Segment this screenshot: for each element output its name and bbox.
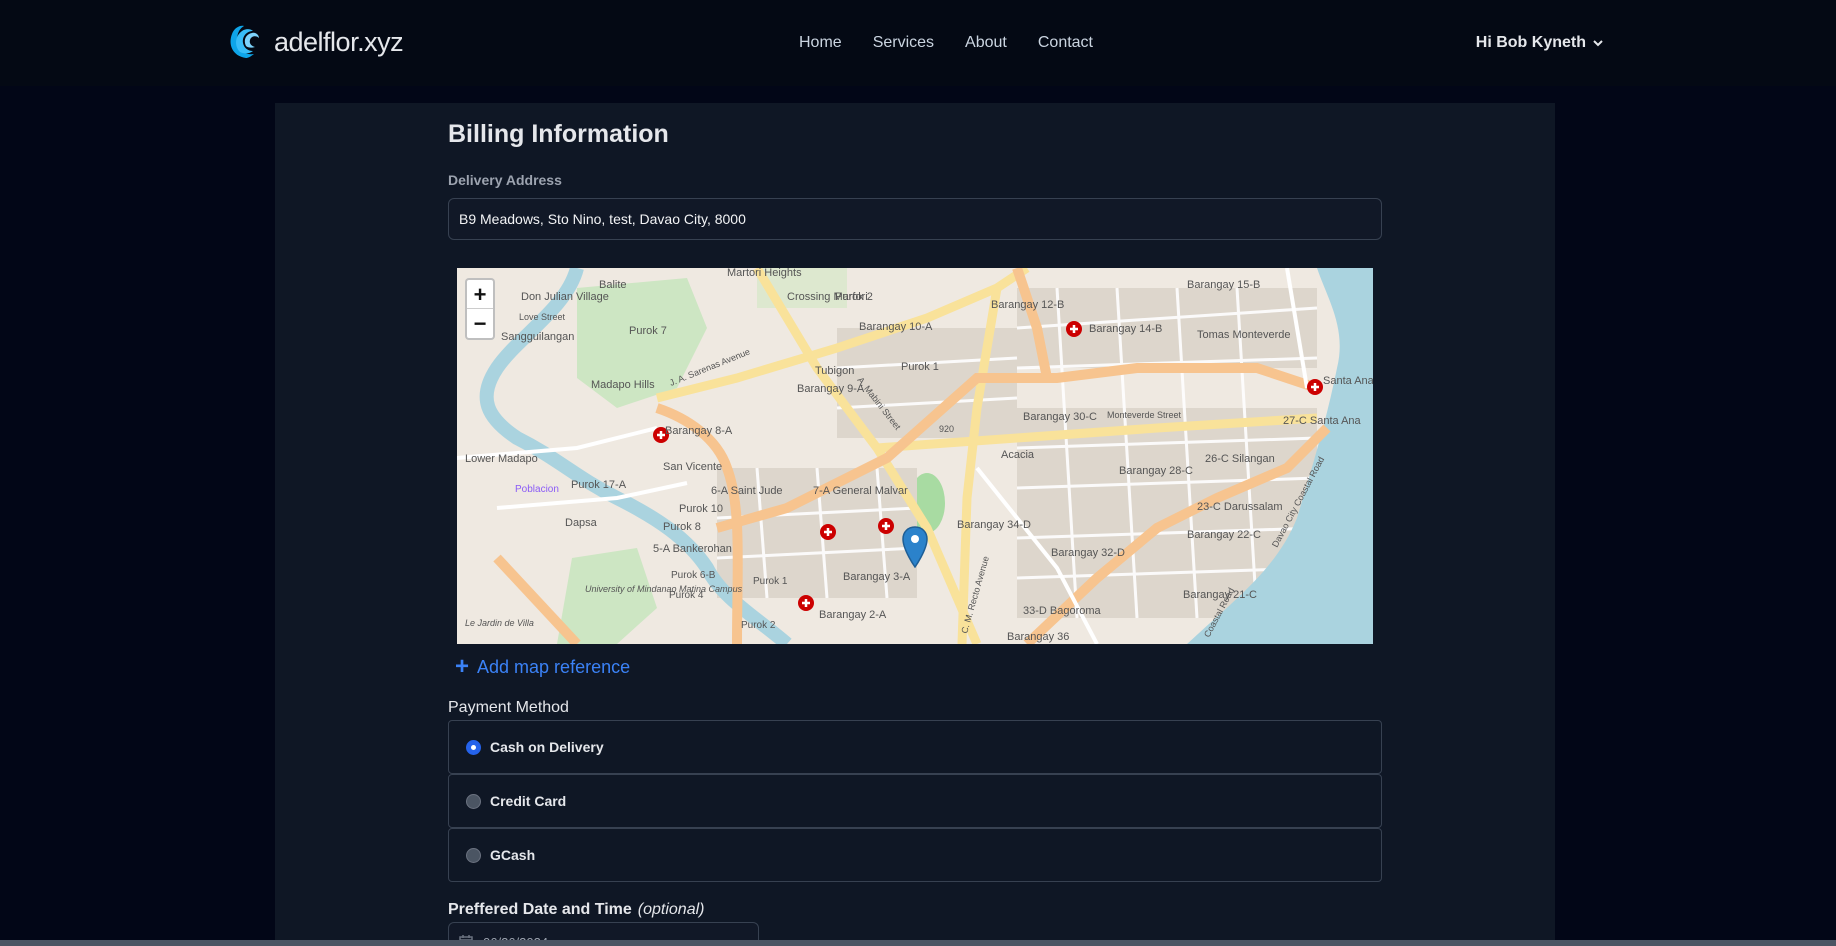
map-label: Lower Madapo: [465, 453, 538, 465]
map-label: Barangay 32-D: [1051, 547, 1125, 559]
map-label: Purok 2: [741, 620, 776, 631]
user-greeting: Hi Bob Kyneth: [1475, 34, 1586, 51]
map-label: Purok 4: [669, 590, 704, 601]
map-label: Love Street: [519, 312, 566, 322]
map-label: Barangay 22-C: [1187, 529, 1261, 541]
optional-tag: (optional): [637, 901, 705, 918]
payment-option-credit-card[interactable]: Credit Card: [448, 774, 1382, 828]
map-label: Purok 1: [753, 576, 788, 587]
nav-services[interactable]: Services: [873, 34, 934, 52]
map-label: 33-D Bagoroma: [1023, 605, 1102, 617]
map-label: Santa Ana Bridge: [1323, 375, 1373, 387]
nav-about[interactable]: About: [965, 34, 1007, 52]
add-map-reference-label: Add map reference: [477, 656, 631, 677]
location-pin-icon[interactable]: [902, 526, 928, 568]
map-label: Tomas Monteverde: [1197, 329, 1291, 341]
preferred-date-text: Preffered Date and Time: [448, 901, 632, 918]
radio-credit-card[interactable]: [466, 793, 481, 809]
radio-gcash[interactable]: [466, 847, 481, 863]
payment-method-label: Payment Method: [448, 699, 569, 716]
map-label: Purok 2: [835, 291, 873, 303]
map-label: Barangay 8-A: [665, 425, 733, 437]
zoom-in-button[interactable]: +: [467, 280, 493, 309]
map-label: Barangay 10-A: [859, 321, 933, 333]
delivery-address-input[interactable]: [448, 198, 1382, 240]
payment-option-cod[interactable]: Cash on Delivery: [448, 720, 1382, 774]
page-title: Billing Information: [448, 120, 669, 148]
map-label: Barangay 30-C: [1023, 411, 1097, 423]
map-label: Barangay 36: [1007, 631, 1069, 643]
nav-links: Home Services About Contact: [799, 34, 1093, 52]
map-label: Barangay 3-A: [843, 571, 911, 583]
brand-logo-link[interactable]: adelflor.xyz: [226, 22, 404, 62]
user-menu-dropdown[interactable]: Hi Bob Kyneth: [1476, 34, 1604, 52]
map-label: Tubigon: [815, 365, 854, 377]
map-label: Martori Heights: [727, 268, 802, 279]
scrollbar-track[interactable]: [0, 940, 1836, 946]
map-label: Barangay 15-B: [1187, 279, 1260, 291]
nav-contact[interactable]: Contact: [1038, 34, 1093, 52]
zoom-out-button[interactable]: −: [467, 309, 493, 338]
payment-option-label: Credit Card: [490, 793, 567, 809]
map-label: Purok 10: [679, 503, 723, 515]
map-label: Don Julian Village: [521, 291, 609, 303]
map-label: 920: [939, 424, 954, 434]
map-label: Poblacion: [515, 484, 559, 495]
map-label: 23-C Darussalam: [1197, 501, 1283, 513]
map-label: Purok 8: [663, 521, 701, 533]
map-label: University of Mindanao Matina Campus: [585, 584, 743, 594]
map-label: Madapo Hills: [591, 379, 655, 391]
map-label: Purok 6-B: [671, 570, 716, 581]
preferred-date-label: Preffered Date and Time (optional): [448, 901, 704, 919]
map-label: Balite: [599, 279, 627, 291]
map-label: 27-C Santa Ana: [1283, 415, 1362, 427]
map-label: Barangay 2-A: [819, 609, 887, 621]
delivery-address-label: Delivery Address: [448, 172, 562, 188]
map-label: Dapsa: [565, 517, 598, 529]
map-label: Sangguilangan: [501, 331, 574, 343]
map-label: Barangay 34-D: [957, 519, 1031, 531]
map-label: 5-A Bankerohan: [653, 543, 732, 555]
plus-icon: +: [455, 653, 470, 680]
radio-cod[interactable]: [466, 739, 481, 755]
zoom-control: + −: [465, 278, 495, 340]
map-label: 6-A Saint Jude: [711, 485, 783, 497]
map-label: Purok 1: [901, 361, 939, 373]
map-label: Monteverde Street: [1107, 410, 1182, 420]
payment-option-label: Cash on Delivery: [490, 739, 604, 755]
map-label: Purok 7: [629, 325, 667, 337]
map-tiles: Martori Heights Balite Don Julian Villag…: [457, 268, 1373, 644]
payment-option-label: GCash: [490, 847, 536, 863]
map-label: 26-C Silangan: [1205, 453, 1275, 465]
chevron-down-icon: [1593, 40, 1603, 47]
map-label: San Vicente: [663, 461, 722, 473]
add-map-reference-link[interactable]: + Add map reference: [455, 655, 630, 679]
map-label: Barangay 28-C: [1119, 465, 1193, 477]
payment-option-gcash[interactable]: GCash: [448, 828, 1382, 882]
map-label: Acacia: [1001, 449, 1035, 461]
navbar: adelflor.xyz Home Services About Contact…: [0, 0, 1836, 86]
wave-logo-icon: [230, 25, 259, 58]
map-label: Purok 17-A: [571, 479, 627, 491]
map-label: Barangay 9-A: [797, 383, 865, 395]
map-label: 7-A General Malvar: [813, 485, 908, 497]
nav-home[interactable]: Home: [799, 34, 842, 52]
map-label: Le Jardin de Villa: [465, 618, 534, 628]
map-label: Barangay 14-B: [1089, 323, 1162, 335]
map-view[interactable]: Martori Heights Balite Don Julian Villag…: [457, 268, 1373, 644]
brand-name: adelflor.xyz: [274, 26, 404, 57]
map-label: Barangay 12-B: [991, 299, 1064, 311]
